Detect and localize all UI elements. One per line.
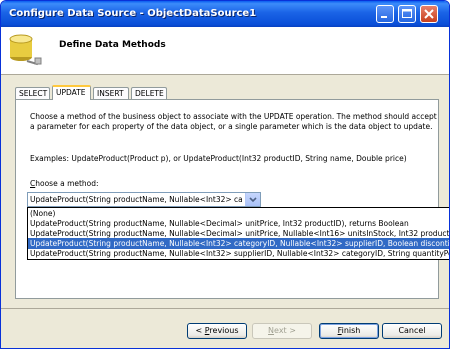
- previous-button[interactable]: < Previous: [187, 323, 247, 339]
- tab-update[interactable]: UPDATE: [52, 85, 91, 100]
- next-text: ext >: [274, 326, 296, 335]
- combobox-value: UpdateProduct(String productName, Nullab…: [30, 195, 242, 204]
- footer-divider: [1, 308, 449, 309]
- method-description: Choose a method of the business object t…: [30, 112, 437, 131]
- finish-button[interactable]: Finish: [319, 323, 379, 339]
- method-combobox[interactable]: UpdateProduct(String productName, Nullab…: [27, 192, 261, 207]
- combobox-dropdown-button[interactable]: [245, 193, 260, 206]
- choose-method-label: Choose a method:: [30, 179, 99, 188]
- title-bar[interactable]: Configure Data Source - ObjectDataSource…: [1, 1, 449, 27]
- dropdown-item[interactable]: UpdateProduct(String productName, Nullab…: [28, 248, 449, 259]
- window-title: Configure Data Source - ObjectDataSource…: [9, 8, 257, 19]
- page-title: Define Data Methods: [59, 40, 166, 50]
- next-button[interactable]: Next >: [252, 323, 312, 339]
- close-icon: [424, 9, 434, 19]
- maximize-icon: [402, 9, 412, 18]
- method-dropdown-list[interactable]: (None) UpdateProduct(String productName,…: [27, 207, 449, 260]
- tab-panel-update: Choose a method of the business object t…: [15, 99, 439, 299]
- previous-prefix: <: [195, 326, 205, 335]
- database-icon: [9, 34, 42, 66]
- maximize-button[interactable]: [398, 5, 416, 23]
- configure-data-source-window: Configure Data Source - ObjectDataSource…: [0, 0, 450, 349]
- finish-text: inish: [341, 326, 361, 335]
- minimize-button[interactable]: [376, 5, 394, 23]
- minimize-icon: [381, 16, 387, 18]
- method-examples: Examples: UpdateProduct(Product p), or U…: [30, 154, 407, 163]
- tab-insert[interactable]: INSERT: [93, 87, 129, 99]
- choose-method-text: hoose a method:: [35, 179, 99, 188]
- close-button[interactable]: [420, 5, 438, 23]
- cancel-button[interactable]: Cancel: [382, 323, 442, 339]
- wizard-header: Define Data Methods: [1, 27, 449, 75]
- tab-delete[interactable]: DELETE: [131, 87, 167, 99]
- chevron-down-icon: [249, 197, 257, 203]
- previous-text: revious: [209, 326, 239, 335]
- tab-select[interactable]: SELECT: [15, 87, 50, 99]
